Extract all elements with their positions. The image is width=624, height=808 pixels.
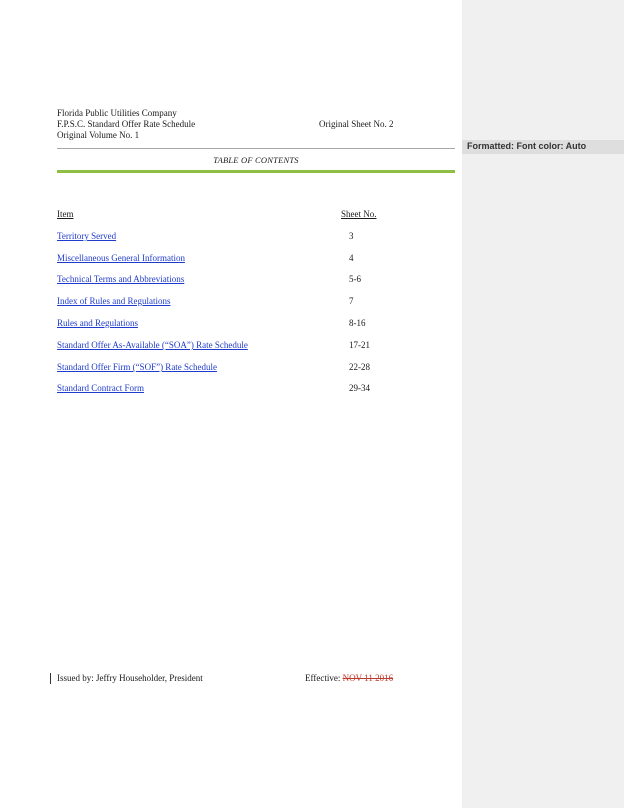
toc-sheet-number: 5-6 — [349, 274, 361, 284]
footer-issued-by: Issued by: Jeffry Householder, President — [57, 673, 203, 683]
toc-row: Standard Offer As-Available (“SOA”) Rate… — [57, 340, 455, 352]
comment-balloon-label: Formatted: Font color: Auto — [467, 141, 587, 151]
header-schedule: F.P.S.C. Standard Offer Rate Schedule — [57, 119, 196, 129]
toc-link-sof-rate-schedule[interactable]: Standard Offer Firm (“SOF”) Rate Schedul… — [57, 362, 217, 372]
toc-link-rules-regulations[interactable]: Rules and Regulations — [57, 318, 138, 328]
toc-row: Standard Contract Form 29-34 — [57, 383, 455, 395]
toc-link-standard-contract[interactable]: Standard Contract Form — [57, 383, 144, 393]
toc-link-territory-served[interactable]: Territory Served — [57, 231, 116, 241]
toc-sheet-number: 4 — [349, 253, 354, 263]
toc-sheet-number: 7 — [349, 296, 354, 306]
footer-deleted-date: NOV 11 2016 — [342, 673, 394, 683]
header-divider — [57, 148, 455, 149]
toc-link-soa-rate-schedule[interactable]: Standard Offer As-Available (“SOA”) Rate… — [57, 340, 248, 350]
toc-title: TABLE OF CONTENTS — [213, 155, 299, 165]
header-company: Florida Public Utilities Company — [57, 108, 177, 118]
revision-change-bar — [50, 673, 51, 684]
toc-sheet-number: 29-34 — [349, 383, 370, 393]
toc-link-misc-general-info[interactable]: Miscellaneous General Information — [57, 253, 185, 263]
footer-effective-label: Effective: — [305, 673, 343, 683]
header-sheet-number: Original Sheet No. 2 — [319, 119, 394, 129]
toc-row: Miscellaneous General Information 4 — [57, 253, 455, 265]
column-header-item: Item — [57, 209, 74, 219]
footer-effective: Effective: NOV 11 2016 — [305, 673, 393, 683]
header-volume: Original Volume No. 1 — [57, 130, 140, 140]
column-header-sheet: Sheet No. — [341, 209, 377, 219]
markup-comment-pane — [462, 0, 624, 808]
toc-sheet-number: 8-16 — [349, 318, 366, 328]
document-page: Florida Public Utilities Company F.P.S.C… — [0, 0, 462, 808]
toc-sheet-number: 17-21 — [349, 340, 370, 350]
title-divider — [57, 170, 455, 173]
toc-row: Index of Rules and Regulations 7 — [57, 296, 455, 308]
toc-link-technical-terms[interactable]: Technical Terms and Abbreviations — [57, 274, 184, 284]
toc-link-index-rules[interactable]: Index of Rules and Regulations — [57, 296, 170, 306]
toc-row: Rules and Regulations 8-16 — [57, 318, 455, 330]
toc-sheet-number: 22-28 — [349, 362, 370, 372]
comment-balloon[interactable]: Formatted: Font color: Auto — [462, 140, 624, 154]
toc-sheet-number: 3 — [349, 231, 354, 241]
toc-row: Territory Served 3 — [57, 231, 455, 243]
toc-row: Technical Terms and Abbreviations 5-6 — [57, 274, 455, 286]
toc-row: Standard Offer Firm (“SOF”) Rate Schedul… — [57, 362, 455, 374]
